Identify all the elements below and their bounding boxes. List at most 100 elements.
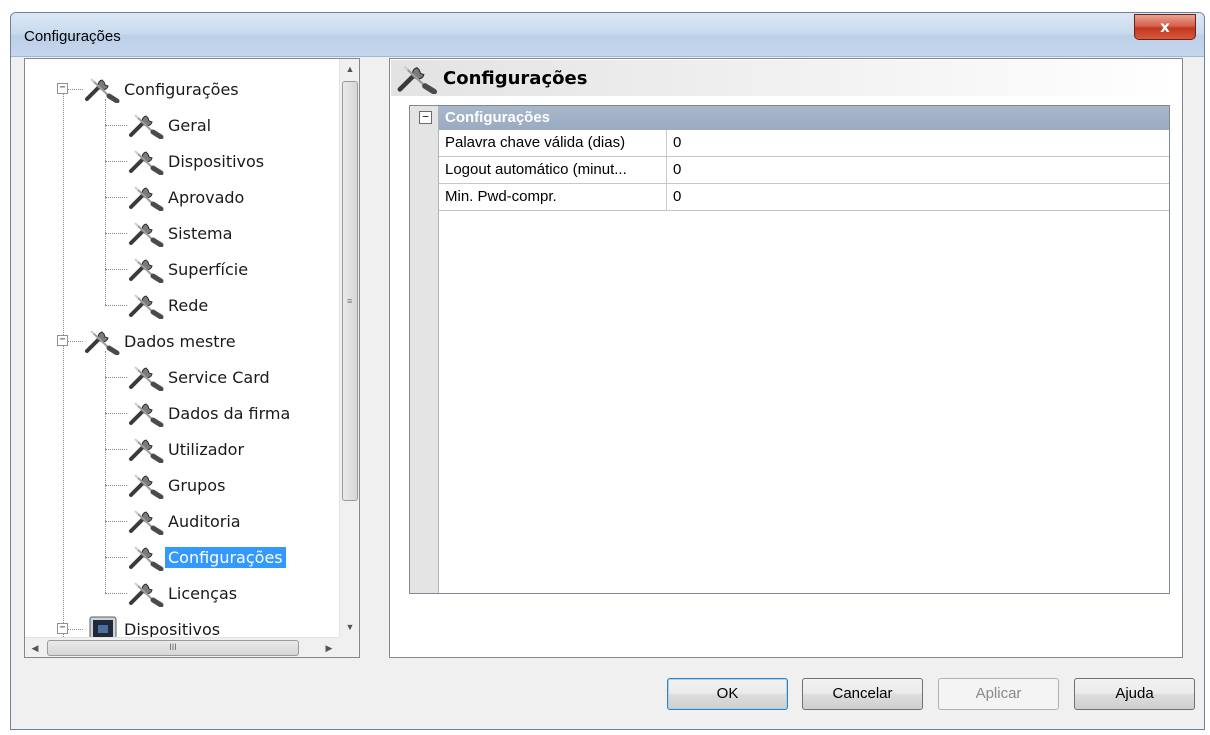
scroll-down-arrow-icon[interactable]: ▼: [340, 617, 360, 637]
navigation-tree[interactable]: − Configurações Geral Dispositivos Aprov…: [24, 58, 360, 658]
tree-item-label: Dispositivos: [124, 619, 221, 638]
property-row[interactable]: Palavra chave válida (dias) 0: [439, 130, 1169, 157]
tree-item[interactable]: Configurações: [127, 543, 286, 571]
property-value[interactable]: 0: [668, 184, 681, 210]
tools-icon: [127, 399, 165, 427]
help-button[interactable]: Ajuda: [1074, 678, 1195, 710]
tree-item[interactable]: Utilizador: [127, 435, 247, 463]
tree-item[interactable]: Dados da firma: [127, 399, 293, 427]
tree-guide-line: [105, 413, 127, 414]
property-grid[interactable]: − Configurações Palavra chave válida (di…: [409, 105, 1170, 594]
content-header: Configurações: [391, 60, 1181, 96]
window-title: Configurações: [24, 28, 121, 45]
tree-item-label: Dados da firma: [168, 403, 291, 423]
horizontal-scroll-thumb[interactable]: III: [47, 640, 299, 656]
collapse-icon[interactable]: −: [419, 111, 432, 124]
tools-icon: [127, 291, 165, 319]
tree-item[interactable]: Grupos: [127, 471, 228, 499]
tools-icon: [83, 75, 121, 103]
tools-icon: [127, 255, 165, 283]
close-icon: x: [1160, 18, 1170, 36]
tree-guide-line: [105, 125, 127, 126]
hscroll-grip-icon: III: [169, 642, 177, 652]
tree-item[interactable]: Rede: [127, 291, 211, 319]
tree-item[interactable]: Auditoria: [127, 507, 244, 535]
content-title: Configurações: [443, 67, 588, 89]
tree-guide-line: [105, 557, 127, 558]
tree-viewport: − Configurações Geral Dispositivos Aprov…: [25, 59, 339, 637]
tree-item[interactable]: Dados mestre: [83, 327, 239, 355]
tree-collapse-icon[interactable]: −: [57, 335, 68, 346]
tools-icon: [127, 363, 165, 391]
property-grid-gutter: −: [410, 106, 439, 593]
property-category[interactable]: Configurações: [439, 106, 1169, 130]
tree-guide-line: [105, 485, 127, 486]
tree-item-label: Superfície: [168, 259, 249, 279]
tree-item-label: Service Card: [168, 367, 270, 387]
tools-icon: [83, 327, 121, 355]
property-value[interactable]: 0: [668, 130, 681, 156]
tree-item-label: Geral: [168, 115, 212, 135]
ok-button[interactable]: OK: [667, 678, 788, 710]
tree-item[interactable]: Licenças: [127, 579, 240, 607]
tree-item[interactable]: Service Card: [127, 363, 273, 391]
tree-item-label: Utilizador: [168, 439, 245, 459]
scroll-grip-icon: ≡: [347, 296, 353, 306]
scroll-left-arrow-icon[interactable]: ◀: [25, 638, 45, 658]
title-bar[interactable]: Configurações x: [11, 13, 1204, 57]
tools-icon: [127, 147, 165, 175]
tree-item[interactable]: Aprovado: [127, 183, 247, 211]
property-name: Min. Pwd-compr.: [439, 184, 667, 210]
apply-button[interactable]: Aplicar: [938, 678, 1059, 710]
tools-icon: [127, 507, 165, 535]
property-row[interactable]: Logout automático (minut... 0: [439, 157, 1169, 184]
tree-guide-line: [105, 197, 127, 198]
tree-item[interactable]: Dispositivos: [127, 147, 267, 175]
close-button[interactable]: x: [1134, 14, 1196, 40]
tree-guide-line: [105, 521, 127, 522]
tree-guide-line: [105, 305, 127, 306]
scroll-right-arrow-icon[interactable]: ▶: [319, 638, 339, 658]
tree-item-label: Configurações: [124, 79, 239, 99]
scroll-up-arrow-icon[interactable]: ▲: [340, 59, 360, 79]
cancel-button[interactable]: Cancelar: [802, 678, 923, 710]
tools-icon: [127, 579, 165, 607]
tree-item-label: Configurações: [165, 546, 286, 568]
tree-guide-line: [105, 377, 127, 378]
tree-collapse-icon[interactable]: −: [57, 623, 68, 634]
tree-guide-line: [63, 89, 64, 637]
tools-icon: [127, 183, 165, 211]
tools-icon: [395, 62, 439, 94]
tree-item[interactable]: Dispositivos: [83, 615, 223, 637]
tree-item-label: Rede: [168, 295, 209, 315]
tree-item[interactable]: Geral: [127, 111, 214, 139]
tools-icon: [127, 111, 165, 139]
tools-icon: [127, 543, 165, 571]
tree-item-label: Sistema: [168, 223, 233, 243]
tree-item-label: Dispositivos: [168, 151, 265, 171]
tree-collapse-icon[interactable]: −: [57, 83, 68, 94]
tools-icon: [127, 219, 165, 247]
tree-item[interactable]: Superfície: [127, 255, 251, 283]
tree-guide-line: [105, 269, 127, 270]
property-row[interactable]: Min. Pwd-compr. 0: [439, 184, 1169, 211]
tree-item[interactable]: Sistema: [127, 219, 235, 247]
device-icon: [83, 615, 121, 637]
settings-content-panel: Configurações − Configurações Palavra ch…: [389, 58, 1183, 658]
property-value[interactable]: 0: [668, 157, 681, 183]
scroll-corner: [339, 637, 359, 657]
tree-item-label: Dados mestre: [124, 331, 236, 351]
tree-guide-line: [105, 99, 106, 305]
tools-icon: [127, 471, 165, 499]
tree-vertical-scrollbar[interactable]: ▲ ≡ ▼: [339, 59, 359, 637]
property-name: Palavra chave válida (dias): [439, 130, 667, 156]
vertical-scroll-thumb[interactable]: ≡: [342, 81, 358, 501]
tools-icon: [127, 435, 165, 463]
tree-item-label: Auditoria: [168, 511, 241, 531]
tree-horizontal-scrollbar[interactable]: ◀ III ▶: [25, 637, 339, 657]
tree-item-label: Licenças: [168, 583, 238, 603]
tree-guide-line: [105, 449, 127, 450]
tree-item-label: Grupos: [168, 475, 226, 495]
tree-item[interactable]: Configurações: [83, 75, 242, 103]
tree-guide-line: [105, 161, 127, 162]
